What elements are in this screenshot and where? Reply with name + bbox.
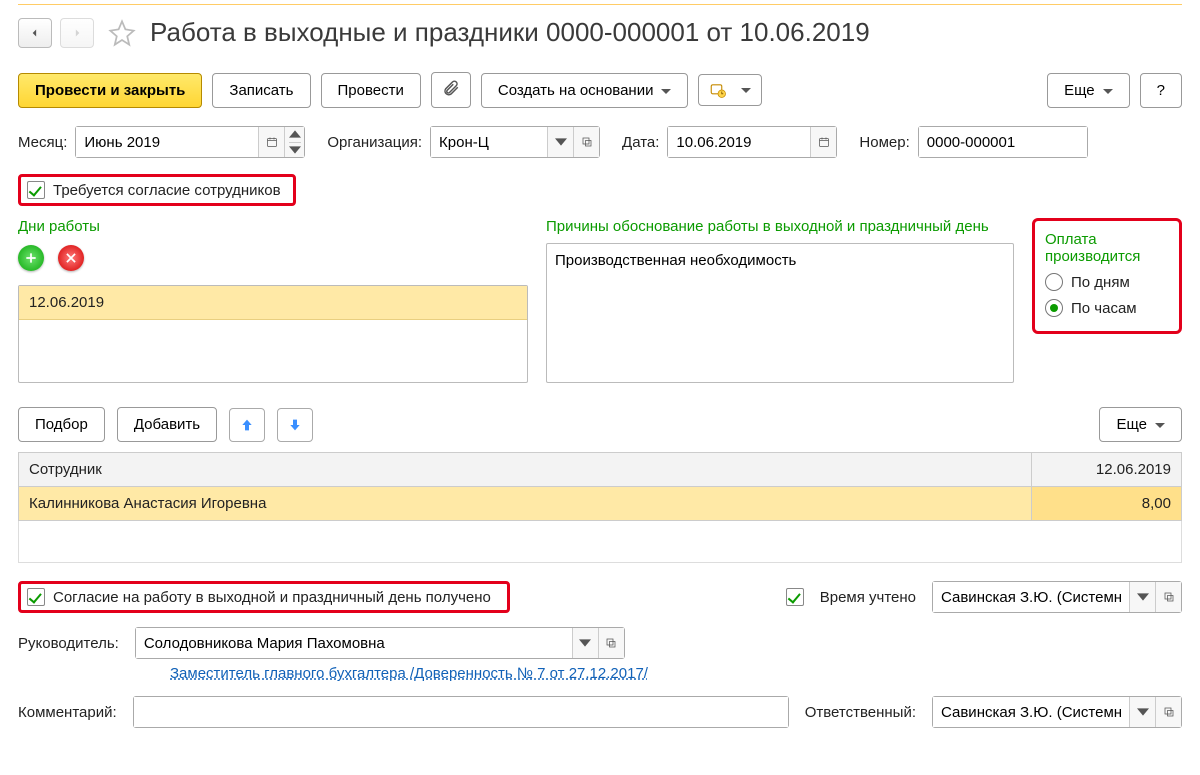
forward-button[interactable] xyxy=(60,18,94,48)
responsible-label: Ответственный: xyxy=(805,704,916,721)
month-input[interactable] xyxy=(76,127,258,157)
date-field[interactable] xyxy=(667,126,837,158)
payment-title-2: производится xyxy=(1045,248,1169,265)
payment-by-days-radio[interactable]: По дням xyxy=(1045,273,1169,291)
responsible-field[interactable] xyxy=(932,696,1182,728)
table-empty-area xyxy=(18,521,1182,563)
table-more-button[interactable]: Еще xyxy=(1099,407,1182,442)
consent-received-checkbox[interactable] xyxy=(27,588,45,606)
manager-sub-link[interactable]: Заместитель главного бухгалтера /Доверен… xyxy=(170,665,1182,682)
number-label: Номер: xyxy=(859,134,909,151)
month-stepper[interactable] xyxy=(284,127,304,157)
date-calendar-button[interactable] xyxy=(810,127,836,157)
comment-label: Комментарий: xyxy=(18,704,117,721)
number-field[interactable] xyxy=(918,126,1088,158)
org-open-button[interactable] xyxy=(573,127,599,157)
workdays-title: Дни работы xyxy=(18,218,528,235)
more-button[interactable]: Еще xyxy=(1047,73,1130,108)
date-label: Дата: xyxy=(622,134,659,151)
attach-button[interactable] xyxy=(431,72,471,108)
move-up-button[interactable] xyxy=(229,408,265,442)
pick-button[interactable]: Подбор xyxy=(18,407,105,442)
responsible-input[interactable] xyxy=(933,697,1129,727)
manager-label: Руководитель: xyxy=(18,635,119,652)
manager-open[interactable] xyxy=(598,628,624,658)
payment-by-hours-radio[interactable]: По часам xyxy=(1045,299,1169,317)
col-date[interactable]: 12.06.2019 xyxy=(1032,453,1182,487)
month-calendar-button[interactable] xyxy=(258,127,284,157)
consent-received-label: Согласие на работу в выходной и празднич… xyxy=(53,589,491,606)
post-button[interactable]: Провести xyxy=(321,73,421,108)
consent-required-highlight: Требуется согласие сотрудников xyxy=(18,174,296,206)
manager-dropdown[interactable] xyxy=(572,628,598,658)
move-down-button[interactable] xyxy=(277,408,313,442)
time-user-input[interactable] xyxy=(933,582,1129,612)
hours-cell[interactable]: 8,00 xyxy=(1032,487,1182,521)
payment-title-1: Оплата xyxy=(1045,231,1169,248)
time-user-open[interactable] xyxy=(1155,582,1181,612)
org-input[interactable] xyxy=(431,127,547,157)
org-field[interactable] xyxy=(430,126,600,158)
time-user-dropdown[interactable] xyxy=(1129,582,1155,612)
paperclip-icon xyxy=(442,79,460,101)
delete-day-button[interactable] xyxy=(58,245,84,271)
favorite-star-icon[interactable] xyxy=(108,19,136,47)
employees-table[interactable]: Сотрудник 12.06.2019 Калинникова Анастас… xyxy=(18,452,1182,521)
org-dropdown-button[interactable] xyxy=(547,127,573,157)
time-considered-checkbox[interactable] xyxy=(786,588,804,606)
add-day-button[interactable] xyxy=(18,245,44,271)
calendar-pin-button[interactable] xyxy=(698,74,762,106)
comment-field[interactable] xyxy=(133,696,789,728)
consent-required-label: Требуется согласие сотрудников xyxy=(53,182,281,199)
employee-row[interactable]: Калинникова Анастасия Игоревна 8,00 xyxy=(19,487,1182,521)
consent-required-checkbox[interactable] xyxy=(27,181,45,199)
org-label: Организация: xyxy=(327,134,422,151)
help-button[interactable]: ? xyxy=(1140,73,1182,108)
payment-by-hours-label: По часам xyxy=(1071,300,1137,317)
post-and-close-button[interactable]: Провести и закрыть xyxy=(18,73,202,108)
workday-row[interactable]: 12.06.2019 xyxy=(19,286,527,320)
page-title: Работа в выходные и праздники 0000-00000… xyxy=(150,17,870,48)
employee-cell[interactable]: Калинникова Анастасия Игоревна xyxy=(19,487,1032,521)
back-button[interactable] xyxy=(18,18,52,48)
manager-field[interactable] xyxy=(135,627,625,659)
reason-title: Причины обоснование работы в выходной и … xyxy=(546,218,1014,235)
responsible-dropdown[interactable] xyxy=(1129,697,1155,727)
number-input[interactable] xyxy=(919,127,1087,157)
month-label: Месяц: xyxy=(18,134,67,151)
consent-received-highlight: Согласие на работу в выходной и празднич… xyxy=(18,581,510,613)
save-button[interactable]: Записать xyxy=(212,73,310,108)
manager-input[interactable] xyxy=(136,628,572,658)
responsible-open[interactable] xyxy=(1155,697,1181,727)
month-field[interactable] xyxy=(75,126,305,158)
workdays-list[interactable]: 12.06.2019 xyxy=(18,285,528,383)
reason-textarea[interactable]: Производственная необходимость xyxy=(546,243,1014,383)
calendar-pin-icon xyxy=(709,81,727,99)
time-user-field[interactable] xyxy=(932,581,1182,613)
time-considered-label: Время учтено xyxy=(820,589,916,606)
col-employee[interactable]: Сотрудник xyxy=(19,453,1032,487)
add-button[interactable]: Добавить xyxy=(117,407,217,442)
payment-by-days-label: По дням xyxy=(1071,274,1130,291)
date-input[interactable] xyxy=(668,127,810,157)
comment-input[interactable] xyxy=(134,697,788,727)
payment-highlight: Оплата производится По дням По часам xyxy=(1032,218,1182,334)
create-based-button[interactable]: Создать на основании xyxy=(481,73,689,108)
